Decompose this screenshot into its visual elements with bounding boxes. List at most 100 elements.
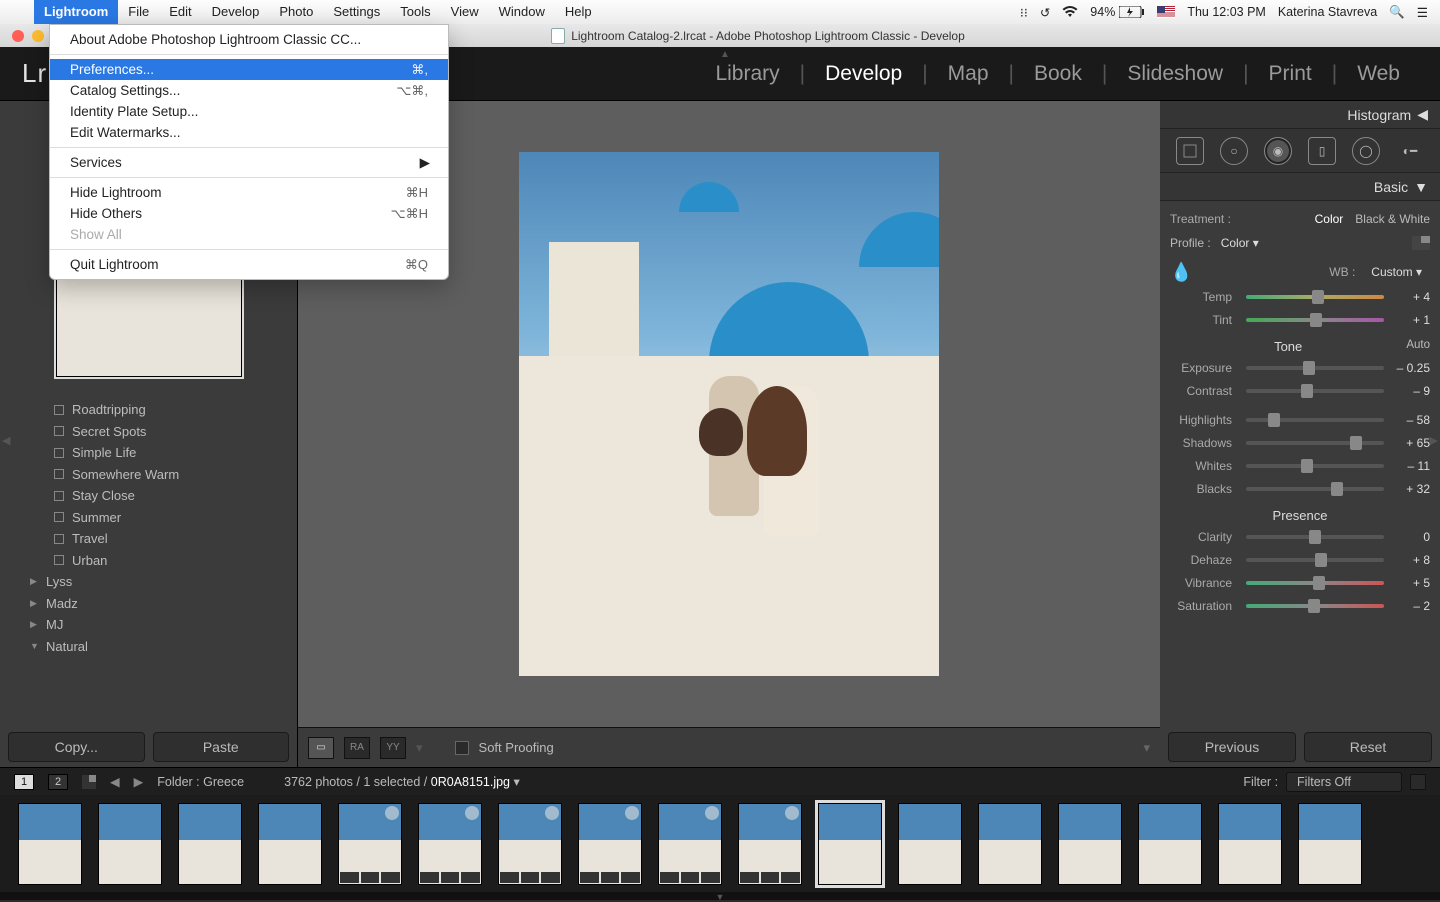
main-display-button[interactable]: 1 [14,774,34,790]
menu-identity-plate[interactable]: Identity Plate Setup... [50,101,448,122]
filmstrip-thumbnail[interactable] [1218,803,1282,885]
tint-slider[interactable] [1246,318,1384,322]
wb-dropdown[interactable]: Custom ▾ [1363,263,1430,281]
menu-edit-watermarks[interactable]: Edit Watermarks... [50,122,448,143]
saturation-slider[interactable] [1246,604,1384,608]
temp-value[interactable]: + 4 [1390,290,1430,304]
profile-dropdown[interactable]: Color ▾ [1221,236,1259,250]
menu-file[interactable]: File [118,0,159,24]
module-book[interactable]: Book [1016,62,1100,86]
highlights-slider[interactable] [1246,418,1384,422]
treatment-bw[interactable]: Black & White [1355,212,1430,226]
loupe-view-button[interactable]: ▭ [308,737,334,759]
battery-status[interactable]: 94% [1090,5,1145,19]
filter-lock-icon[interactable] [1410,774,1426,790]
menu-settings[interactable]: Settings [323,0,390,24]
radial-filter-icon[interactable]: ◯ [1352,137,1380,165]
toolbar-more-icon[interactable]: ▾ [1143,740,1150,756]
auto-tone-button[interactable]: Auto [1406,339,1430,351]
profile-browser-icon[interactable] [1412,236,1430,250]
preset-group[interactable]: ▶MJ [10,614,287,636]
preset-item[interactable]: Simple Life [10,442,287,464]
main-photo[interactable] [519,152,939,676]
menu-develop[interactable]: Develop [202,0,270,24]
vibrance-slider[interactable] [1246,581,1384,585]
selected-filename[interactable]: 0R0A8151.jpg [431,775,510,789]
filmstrip-thumbnail[interactable] [658,803,722,885]
spot-removal-icon[interactable]: ○ [1220,137,1248,165]
preset-item[interactable]: Summer [10,507,287,529]
preset-item[interactable]: Travel [10,528,287,550]
before-after-yy-button[interactable]: YY [380,737,406,759]
whites-value[interactable]: – 11 [1390,459,1430,473]
graduated-filter-icon[interactable]: ▯ [1308,137,1336,165]
filmstrip-thumbnail[interactable] [178,803,242,885]
filmstrip-thumbnail[interactable] [1298,803,1362,885]
highlights-value[interactable]: – 58 [1390,413,1430,427]
filter-dropdown[interactable]: Filters Off [1286,772,1402,792]
contrast-value[interactable]: – 9 [1390,384,1430,398]
saturation-value[interactable]: – 2 [1390,599,1430,613]
adjustment-brush-icon[interactable]: ◐━ [1396,137,1424,165]
minimize-window-icon[interactable] [32,30,44,42]
menu-edit[interactable]: Edit [159,0,201,24]
menu-help[interactable]: Help [555,0,602,24]
menu-quit-lightroom[interactable]: Quit Lightroom⌘Q [50,254,448,275]
dehaze-slider[interactable] [1246,558,1384,562]
menu-lightroom[interactable]: Lightroom [34,0,118,24]
flag-icon[interactable] [1157,6,1175,18]
filmstrip-thumbnail[interactable] [978,803,1042,885]
second-display-button[interactable]: 2 [48,774,68,790]
paste-button[interactable]: Paste [153,732,290,762]
reset-button[interactable]: Reset [1304,732,1432,762]
grid-view-icon[interactable] [82,775,96,789]
dehaze-value[interactable]: + 8 [1390,553,1430,567]
nav-fwd-icon[interactable]: ▶ [134,774,144,789]
filmstrip[interactable] [0,795,1440,892]
menu-about[interactable]: About Adobe Photoshop Lightroom Classic … [50,29,448,50]
menu-services[interactable]: Services▶ [50,152,448,173]
basic-panel-header[interactable]: Basic▼ [1160,173,1440,201]
previous-button[interactable]: Previous [1168,732,1296,762]
preset-group[interactable]: ▶Lyss [10,571,287,593]
preset-item[interactable]: Roadtripping [10,399,287,421]
menu-photo[interactable]: Photo [269,0,323,24]
shadows-slider[interactable] [1246,441,1384,445]
menu-preferences[interactable]: Preferences...⌘, [50,59,448,80]
preset-item[interactable]: Stay Close [10,485,287,507]
wb-eyedropper-icon[interactable]: 💧 [1170,262,1192,283]
nav-back-icon[interactable]: ◀ [110,774,120,789]
filmstrip-thumbnail[interactable] [258,803,322,885]
exposure-slider[interactable] [1246,366,1384,370]
dropbox-icon[interactable]: ⁝⁝ [1020,5,1028,20]
filmstrip-thumbnail[interactable] [578,803,642,885]
module-develop[interactable]: Develop [807,62,920,86]
preset-item[interactable]: Urban [10,550,287,572]
menu-hide-lightroom[interactable]: Hide Lightroom⌘H [50,182,448,203]
module-print[interactable]: Print [1251,62,1330,86]
preset-item[interactable]: Somewhere Warm [10,464,287,486]
shadows-value[interactable]: + 65 [1390,436,1430,450]
blacks-slider[interactable] [1246,487,1384,491]
temp-slider[interactable] [1246,295,1384,299]
panel-collapse-left-icon[interactable]: ◀ [2,434,10,447]
filmstrip-thumbnail[interactable] [1138,803,1202,885]
close-window-icon[interactable] [12,30,24,42]
clock[interactable]: Thu 12:03 PM [1187,5,1266,19]
panel-collapse-right-icon[interactable]: ▶ [1430,434,1438,447]
module-slideshow[interactable]: Slideshow [1109,62,1241,86]
menu-view[interactable]: View [441,0,489,24]
clarity-value[interactable]: 0 [1390,530,1430,544]
filmstrip-thumbnail[interactable] [818,803,882,885]
exposure-value[interactable]: – 0.25 [1390,361,1430,375]
histogram-header[interactable]: Histogram◀ [1160,101,1440,129]
panel-collapse-top-icon[interactable]: ▲ [720,49,730,60]
panel-collapse-bottom-icon[interactable]: ▼ [0,892,1440,900]
redeye-tool-icon[interactable]: ◉ [1264,137,1292,165]
filmstrip-thumbnail[interactable] [898,803,962,885]
preset-group[interactable]: ▶Madz [10,593,287,615]
timemachine-icon[interactable]: ↺ [1040,5,1050,20]
preset-item[interactable]: Secret Spots [10,421,287,443]
treatment-color[interactable]: Color [1315,212,1344,226]
filmstrip-thumbnail[interactable] [1058,803,1122,885]
